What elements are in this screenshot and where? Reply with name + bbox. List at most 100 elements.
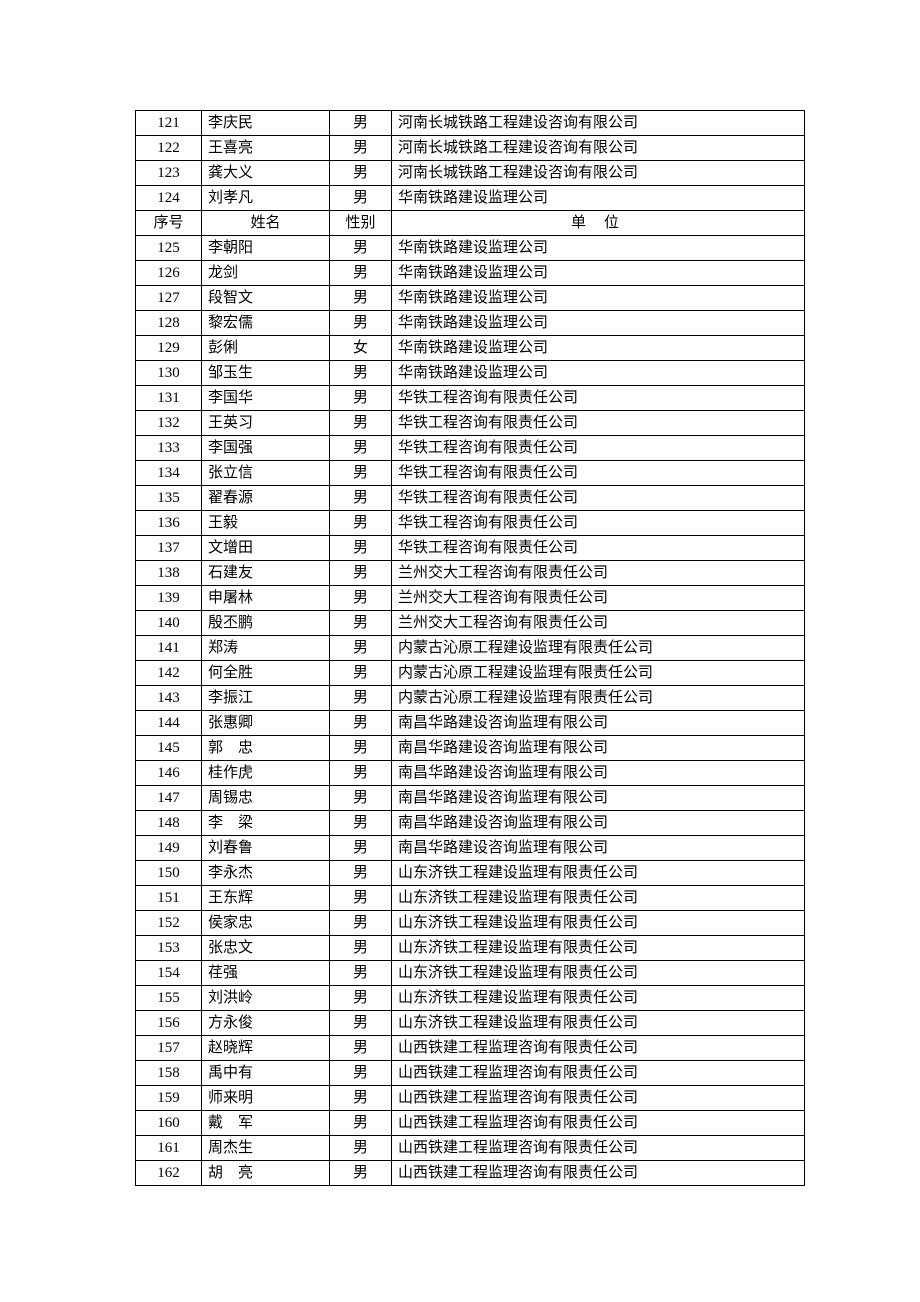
name-cell: 黎宏儒 — [202, 311, 330, 336]
table-row: 123龚大义男河南长城铁路工程建设咨询有限公司 — [136, 161, 805, 186]
table-row: 133李国强男华铁工程咨询有限责任公司 — [136, 436, 805, 461]
gender-cell: 男 — [330, 611, 392, 636]
gender-cell: 男 — [330, 161, 392, 186]
unit-cell: 华铁工程咨询有限责任公司 — [392, 511, 805, 536]
gender-cell: 男 — [330, 461, 392, 486]
name-cell: 何全胜 — [202, 661, 330, 686]
gender-cell: 男 — [330, 586, 392, 611]
index-cell: 156 — [136, 1011, 202, 1036]
unit-cell: 河南长城铁路工程建设咨询有限公司 — [392, 161, 805, 186]
name-cell: 邹玉生 — [202, 361, 330, 386]
gender-cell: 性别 — [330, 211, 392, 236]
unit-cell: 华铁工程咨询有限责任公司 — [392, 436, 805, 461]
name-cell: 王喜亮 — [202, 136, 330, 161]
name-cell: 王毅 — [202, 511, 330, 536]
unit-cell: 华铁工程咨询有限责任公司 — [392, 411, 805, 436]
table-row: 138石建友男兰州交大工程咨询有限责任公司 — [136, 561, 805, 586]
name-cell: 李国华 — [202, 386, 330, 411]
name-cell: 师来明 — [202, 1086, 330, 1111]
unit-cell: 南昌华路建设咨询监理有限公司 — [392, 811, 805, 836]
gender-cell: 男 — [330, 486, 392, 511]
gender-cell: 男 — [330, 136, 392, 161]
unit-cell: 南昌华路建设咨询监理有限公司 — [392, 761, 805, 786]
unit-cell: 兰州交大工程咨询有限责任公司 — [392, 586, 805, 611]
unit-cell: 华铁工程咨询有限责任公司 — [392, 486, 805, 511]
unit-cell: 华南铁路建设监理公司 — [392, 311, 805, 336]
index-cell: 162 — [136, 1161, 202, 1186]
unit-cell: 山西铁建工程监理咨询有限责任公司 — [392, 1036, 805, 1061]
name-cell: 周杰生 — [202, 1136, 330, 1161]
table-row: 126龙剑男华南铁路建设监理公司 — [136, 261, 805, 286]
table-row: 162胡 亮男山西铁建工程监理咨询有限责任公司 — [136, 1161, 805, 1186]
unit-cell: 华南铁路建设监理公司 — [392, 186, 805, 211]
index-cell: 153 — [136, 936, 202, 961]
table-row: 139申屠林男兰州交大工程咨询有限责任公司 — [136, 586, 805, 611]
name-cell: 禹中有 — [202, 1061, 330, 1086]
unit-cell: 内蒙古沁原工程建设监理有限责任公司 — [392, 636, 805, 661]
name-cell: 胡 亮 — [202, 1161, 330, 1186]
gender-cell: 男 — [330, 386, 392, 411]
gender-cell: 男 — [330, 186, 392, 211]
table-row: 143李振江男内蒙古沁原工程建设监理有限责任公司 — [136, 686, 805, 711]
table-row: 145郭 忠男南昌华路建设咨询监理有限公司 — [136, 736, 805, 761]
gender-cell: 男 — [330, 986, 392, 1011]
name-cell: 段智文 — [202, 286, 330, 311]
index-cell: 157 — [136, 1036, 202, 1061]
table-row: 127段智文男华南铁路建设监理公司 — [136, 286, 805, 311]
gender-cell: 男 — [330, 1161, 392, 1186]
name-cell: 赵晓辉 — [202, 1036, 330, 1061]
gender-cell: 男 — [330, 286, 392, 311]
unit-cell: 华南铁路建设监理公司 — [392, 336, 805, 361]
unit-cell: 山西铁建工程监理咨询有限责任公司 — [392, 1161, 805, 1186]
table-row: 140殷丕鹏男兰州交大工程咨询有限责任公司 — [136, 611, 805, 636]
gender-cell: 男 — [330, 736, 392, 761]
index-cell: 159 — [136, 1086, 202, 1111]
table-row: 141郑涛男内蒙古沁原工程建设监理有限责任公司 — [136, 636, 805, 661]
index-cell: 137 — [136, 536, 202, 561]
index-cell: 155 — [136, 986, 202, 1011]
index-cell: 123 — [136, 161, 202, 186]
table-row: 152侯家忠男山东济铁工程建设监理有限责任公司 — [136, 911, 805, 936]
gender-cell: 男 — [330, 961, 392, 986]
index-cell: 125 — [136, 236, 202, 261]
gender-cell: 男 — [330, 911, 392, 936]
table-row: 146桂作虎男南昌华路建设咨询监理有限公司 — [136, 761, 805, 786]
table-row: 154荏强男山东济铁工程建设监理有限责任公司 — [136, 961, 805, 986]
unit-cell: 南昌华路建设咨询监理有限公司 — [392, 711, 805, 736]
unit-cell: 山西铁建工程监理咨询有限责任公司 — [392, 1111, 805, 1136]
gender-cell: 男 — [330, 711, 392, 736]
unit-cell: 河南长城铁路工程建设咨询有限公司 — [392, 111, 805, 136]
index-cell: 149 — [136, 836, 202, 861]
unit-cell: 山东济铁工程建设监理有限责任公司 — [392, 861, 805, 886]
gender-cell: 男 — [330, 1086, 392, 1111]
unit-cell: 山西铁建工程监理咨询有限责任公司 — [392, 1061, 805, 1086]
name-cell: 翟春源 — [202, 486, 330, 511]
name-cell: 李振江 — [202, 686, 330, 711]
personnel-table: 121李庆民男河南长城铁路工程建设咨询有限公司122王喜亮男河南长城铁路工程建设… — [135, 110, 805, 1186]
index-cell: 148 — [136, 811, 202, 836]
index-cell: 146 — [136, 761, 202, 786]
table-row: 142何全胜男内蒙古沁原工程建设监理有限责任公司 — [136, 661, 805, 686]
gender-cell: 男 — [330, 811, 392, 836]
name-cell: 荏强 — [202, 961, 330, 986]
index-cell: 143 — [136, 686, 202, 711]
name-cell: 周锡忠 — [202, 786, 330, 811]
unit-cell: 山东济铁工程建设监理有限责任公司 — [392, 961, 805, 986]
name-cell: 李国强 — [202, 436, 330, 461]
unit-cell: 山东济铁工程建设监理有限责任公司 — [392, 1011, 805, 1036]
name-cell: 刘春鲁 — [202, 836, 330, 861]
index-cell: 136 — [136, 511, 202, 536]
table-row: 135翟春源男华铁工程咨询有限责任公司 — [136, 486, 805, 511]
table-row: 125李朝阳男华南铁路建设监理公司 — [136, 236, 805, 261]
gender-cell: 男 — [330, 1011, 392, 1036]
gender-cell: 男 — [330, 411, 392, 436]
gender-cell: 男 — [330, 1061, 392, 1086]
unit-cell: 兰州交大工程咨询有限责任公司 — [392, 611, 805, 636]
name-cell: 戴 军 — [202, 1111, 330, 1136]
index-cell: 序号 — [136, 211, 202, 236]
gender-cell: 男 — [330, 686, 392, 711]
index-cell: 161 — [136, 1136, 202, 1161]
index-cell: 152 — [136, 911, 202, 936]
table-row: 124刘孝凡男华南铁路建设监理公司 — [136, 186, 805, 211]
name-cell: 彭俐 — [202, 336, 330, 361]
